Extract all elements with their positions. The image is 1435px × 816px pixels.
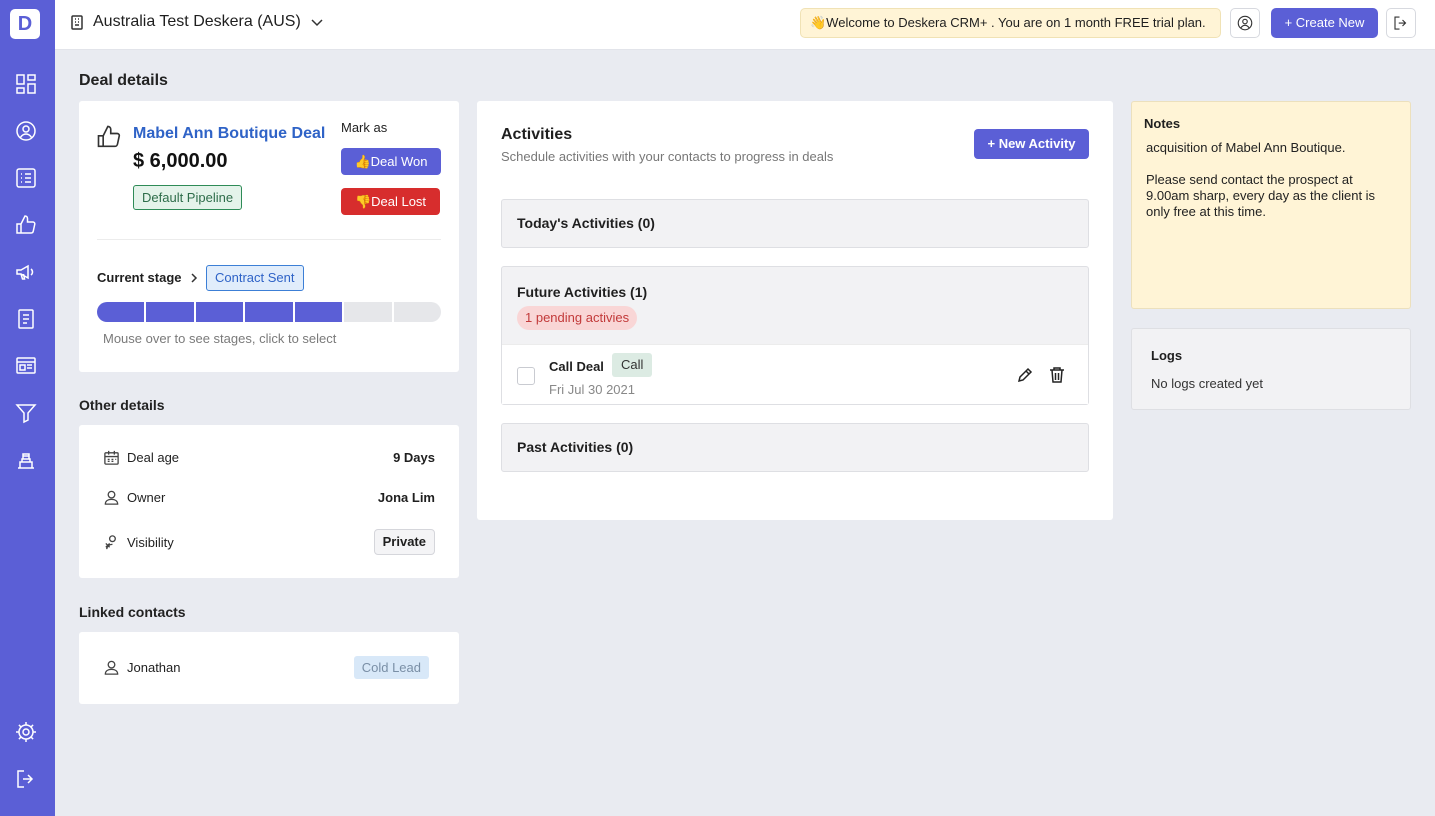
new-activity-button[interactable]: + New Activity	[974, 129, 1089, 159]
notes-body[interactable]: acquisition of Mabel Ann Boutique. Pleas…	[1146, 140, 1398, 220]
activity-date: Fri Jul 30 2021	[549, 382, 635, 397]
visibility-dropdown[interactable]: Private	[373, 529, 435, 555]
activity-item: Call Deal Call Fri Jul 30 2021	[502, 344, 1088, 404]
logs-title: Logs	[1151, 348, 1183, 363]
contact-row[interactable]: Jonathan Cold Lead	[103, 656, 429, 679]
divider	[97, 239, 441, 240]
pipeline-badge[interactable]: Default Pipeline	[133, 185, 243, 210]
owner-user-icon	[104, 490, 119, 505]
activity-checkbox[interactable]	[517, 367, 535, 385]
current-stage-text: Current stage	[97, 270, 182, 285]
owner-value: Jona Lim	[377, 490, 435, 505]
settings-gear-icon[interactable]	[14, 720, 38, 744]
todays-activities-section[interactable]: Today's Activities (0)	[501, 199, 1089, 248]
logs-panel: Logs No logs created yet	[1131, 328, 1411, 410]
visibility-label: Visibility	[127, 534, 174, 550]
contact-user-icon	[104, 660, 119, 675]
other-details-title: Other details	[79, 397, 165, 413]
stage-hint: Mouse over to see stages, click to selec…	[103, 331, 337, 346]
funnel-icon[interactable]	[14, 401, 38, 425]
other-details-card: Deal age 9 Days Owner Jona Lim Visibilit…	[79, 425, 459, 578]
user-circle-icon	[1237, 15, 1253, 31]
linked-contacts-title: Linked contacts	[79, 604, 186, 620]
activities-card: Activities Schedule activities with your…	[477, 101, 1113, 520]
deskera-logo[interactable]: D	[10, 9, 40, 39]
future-activities-section: Future Activities (1) 1 pending activies…	[501, 266, 1089, 405]
landing-page-icon[interactable]	[14, 354, 38, 378]
current-stage-label: Current stage	[97, 270, 200, 285]
deal-won-button[interactable]: 👍Deal Won	[341, 148, 441, 175]
activity-type-badge: Call	[612, 353, 653, 377]
deal-age-value: 9 Days	[393, 450, 435, 465]
org-name: Australia Test Deskera (AUS)	[93, 13, 301, 30]
notes-title: Notes	[1144, 116, 1181, 131]
deals-thumb-icon[interactable]	[14, 213, 38, 237]
logs-empty-text: No logs created yet	[1151, 376, 1264, 391]
activities-subtitle: Schedule activities with your contacts t…	[501, 149, 834, 164]
deal-lost-button[interactable]: 👎Deal Lost	[341, 188, 440, 215]
logout-button[interactable]	[1386, 8, 1416, 38]
past-activities-header: Past Activities (0)	[517, 439, 634, 455]
trial-banner: 👋Welcome to Deskera CRM+ . You are on 1 …	[800, 8, 1221, 38]
edit-pencil-icon[interactable]	[1016, 366, 1034, 384]
helpdesk-icon[interactable]	[14, 448, 38, 472]
chevron-down-icon	[311, 19, 323, 27]
deal-name[interactable]: Mabel Ann Boutique Deal	[133, 125, 325, 143]
delete-trash-icon[interactable]	[1048, 366, 1066, 384]
deal-age-label: Deal age	[127, 450, 180, 465]
profile-button[interactable]	[1230, 8, 1260, 38]
contacts-icon[interactable]	[14, 119, 38, 143]
stage-segment[interactable]	[393, 302, 441, 322]
create-new-button[interactable]: + Create New	[1271, 8, 1378, 38]
visibility-row: Visibility Private	[103, 529, 435, 555]
mark-as-label: Mark as	[341, 120, 388, 135]
future-activities-header[interactable]: Future Activities (1)	[502, 284, 647, 300]
stage-segment[interactable]	[245, 302, 293, 322]
list-icon[interactable]	[14, 166, 38, 190]
chevron-right-icon	[191, 272, 197, 283]
logout-icon	[1394, 16, 1407, 30]
deal-amount: $ 6,000.00	[133, 150, 228, 172]
contact-name: Jonathan	[127, 660, 181, 675]
sidebar: D	[0, 0, 55, 816]
page-title: Deal details	[79, 72, 168, 89]
pending-badge: 1 pending activies	[517, 306, 638, 330]
visibility-icon	[105, 534, 116, 549]
linked-contacts-card: Jonathan Cold Lead	[79, 632, 459, 704]
stage-segment[interactable]	[195, 302, 244, 322]
deal-card: Mabel Ann Boutique Deal $ 6,000.00 Defau…	[79, 101, 459, 372]
stage-segment[interactable]	[97, 302, 145, 322]
building-icon	[71, 15, 83, 30]
thumbs-up-icon	[97, 125, 121, 148]
activities-title: Activities	[501, 126, 573, 143]
owner-label: Owner	[127, 490, 166, 505]
owner-row: Owner Jona Lim	[103, 489, 435, 506]
stage-segment[interactable]	[146, 302, 194, 322]
logout-icon[interactable]	[14, 767, 38, 791]
org-switcher[interactable]: Australia Test Deskera (AUS)	[69, 13, 325, 31]
campaign-megaphone-icon[interactable]	[14, 260, 38, 284]
stage-progress-bar[interactable]	[97, 302, 441, 322]
calendar-age-icon	[104, 450, 119, 465]
forms-clipboard-icon[interactable]	[14, 307, 38, 331]
stage-segment[interactable]	[344, 302, 392, 322]
todays-activities-header: Today's Activities (0)	[517, 215, 655, 231]
top-bar: Australia Test Deskera (AUS) 👋Welcome to…	[55, 0, 1435, 50]
dashboard-icon[interactable]	[14, 72, 38, 96]
deal-age-row: Deal age 9 Days	[103, 449, 435, 466]
notes-panel[interactable]: Notes acquisition of Mabel Ann Boutique.…	[1131, 101, 1411, 309]
activity-name: Call Deal	[549, 359, 604, 374]
past-activities-section[interactable]: Past Activities (0)	[501, 423, 1089, 472]
current-stage-badge: Contract Sent	[206, 265, 304, 291]
contact-status-badge: Cold Lead	[353, 656, 429, 679]
stage-segment[interactable]	[294, 302, 343, 322]
